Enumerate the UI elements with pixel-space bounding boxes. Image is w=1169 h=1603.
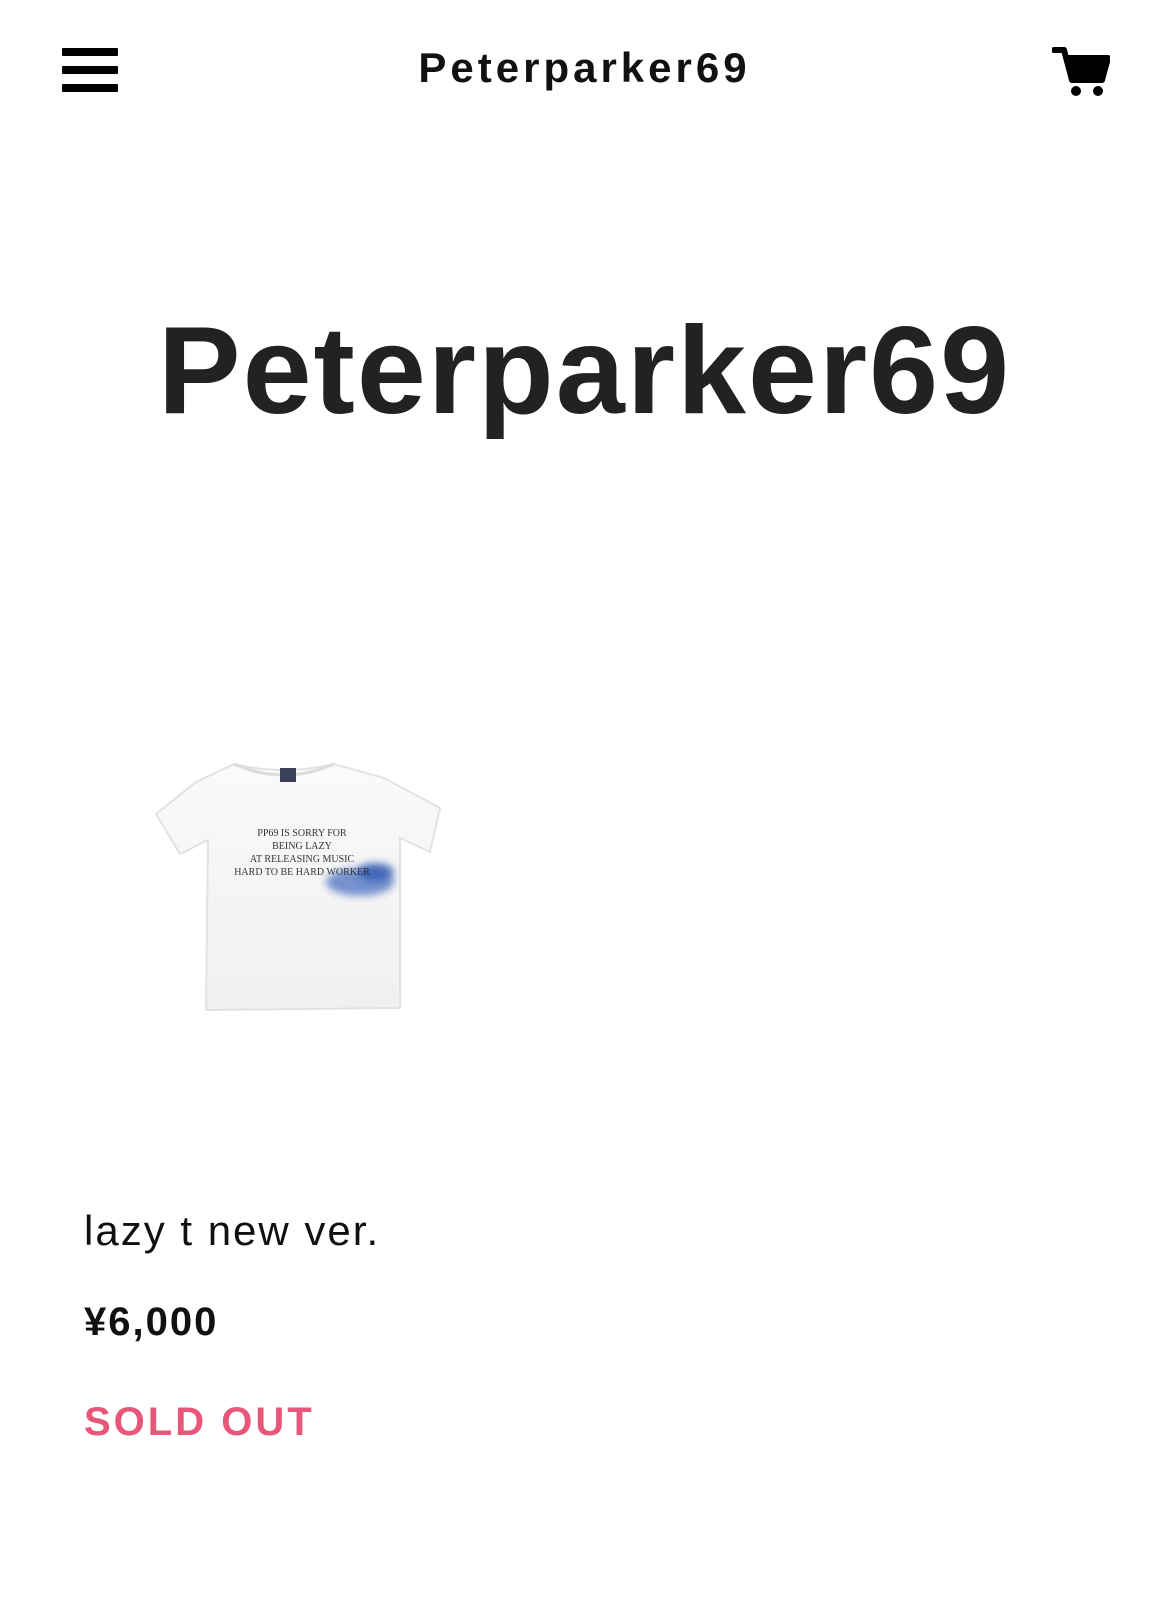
header-store-name[interactable]: Peterparker69 bbox=[0, 44, 1169, 92]
site-header: Peterparker69 bbox=[0, 0, 1169, 150]
print-line-2: BEING LAZY bbox=[272, 841, 332, 852]
print-line-4: HARD TO BE HARD WORKER bbox=[234, 867, 370, 878]
shop-title: Peterparker69 bbox=[157, 302, 1012, 440]
sold-out-badge: SOLD OUT bbox=[84, 1400, 315, 1444]
product-card[interactable]: PP69 IS SORRY FOR BEING LAZY AT RELEASIN… bbox=[84, 690, 524, 1470]
product-price: ¥6,000 bbox=[84, 1300, 219, 1344]
cart-button[interactable] bbox=[1051, 44, 1111, 98]
product-name[interactable]: lazy t new ver. bbox=[84, 1207, 380, 1255]
print-line-3: AT RELEASING MUSIC bbox=[250, 854, 355, 865]
t-shirt-product-image[interactable]: PP69 IS SORRY FOR BEING LAZY AT RELEASIN… bbox=[84, 690, 524, 1130]
print-line-1: PP69 IS SORRY FOR bbox=[257, 828, 347, 839]
shopping-cart-icon bbox=[1051, 47, 1111, 96]
